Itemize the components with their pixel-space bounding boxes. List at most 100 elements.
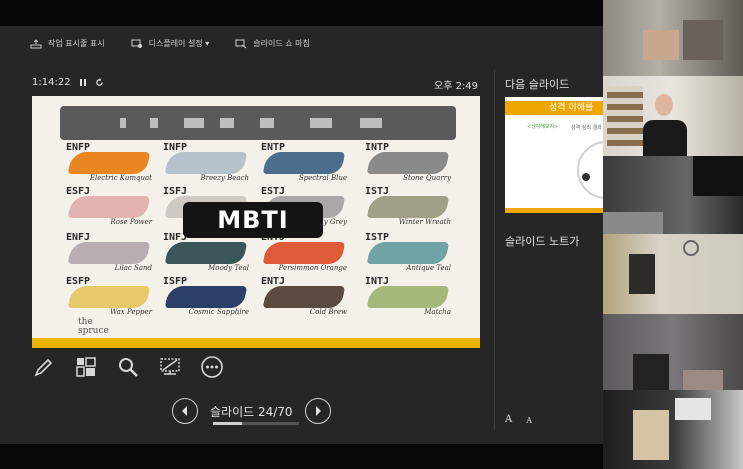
slideshow-timer: 1:14:22 bbox=[32, 77, 104, 88]
slide-progress-fill bbox=[213, 422, 243, 425]
mbti-badge: MBTI bbox=[183, 202, 323, 238]
color-name-label: Cosmic Sapphire bbox=[188, 308, 249, 316]
mbti-type-label: ESFJ bbox=[66, 186, 91, 197]
paint-swatch bbox=[67, 152, 151, 174]
paint-swatch bbox=[164, 152, 248, 174]
grid-icon bbox=[76, 357, 96, 377]
clock: 오후 2:49 bbox=[434, 81, 479, 92]
more-options-button[interactable] bbox=[200, 355, 224, 379]
decrease-font-button[interactable]: A bbox=[526, 416, 532, 425]
mbti-type-label: ESTJ bbox=[261, 186, 286, 197]
screen-toggle-icon bbox=[160, 358, 180, 375]
mbti-swatch: ENTJ Cold Brew bbox=[261, 276, 349, 320]
next-slide-footer bbox=[505, 208, 603, 213]
slide-tools bbox=[32, 355, 224, 379]
participant-blurred-area bbox=[675, 398, 711, 420]
color-name-label: Rose Power bbox=[110, 218, 152, 226]
mbti-swatch: ISFP Cosmic Sapphire bbox=[163, 276, 251, 320]
black-screen-button[interactable] bbox=[158, 355, 182, 379]
mbti-swatch: INFJ Moody Teal bbox=[163, 232, 251, 276]
color-name-label: Spectral Blue bbox=[298, 174, 347, 182]
participant-blurred-face bbox=[629, 254, 655, 294]
slide-progress-bar bbox=[213, 422, 299, 425]
blurred-text bbox=[260, 118, 274, 128]
color-name-label: Wax Pepper bbox=[110, 308, 152, 316]
mbti-type-label: ENFP bbox=[66, 142, 91, 153]
bottom-bar bbox=[0, 444, 603, 469]
paint-swatch bbox=[366, 196, 450, 218]
participant-tile[interactable] bbox=[603, 156, 743, 234]
participant-blurred-area bbox=[683, 370, 723, 390]
mbti-type-label: ENTJ bbox=[261, 276, 286, 287]
blurred-text bbox=[220, 118, 234, 128]
paint-swatch bbox=[366, 242, 450, 264]
next-slide-dot bbox=[582, 173, 590, 181]
color-name-label: Matcha bbox=[424, 308, 451, 316]
chevron-right-icon bbox=[315, 406, 321, 416]
end-slideshow-label: 슬라이드 쇼 마침 bbox=[253, 39, 310, 48]
logo-line-2: spruce bbox=[78, 326, 109, 336]
paint-swatch bbox=[164, 286, 248, 308]
restart-timer-icon[interactable] bbox=[95, 78, 104, 87]
zoom-button[interactable] bbox=[116, 355, 140, 379]
mbti-type-label: INFP bbox=[163, 142, 188, 153]
mbti-type-label: ISTP bbox=[365, 232, 390, 243]
paint-swatch bbox=[67, 196, 151, 218]
next-slide-label: 다음 슬라이드 bbox=[505, 78, 570, 91]
see-all-slides-button[interactable] bbox=[74, 355, 98, 379]
slide-notes: 슬라이드 노트가 bbox=[505, 235, 580, 248]
blurred-text bbox=[310, 118, 332, 128]
wall-clock bbox=[683, 240, 699, 256]
pause-icon[interactable] bbox=[79, 78, 87, 87]
video-call-panel bbox=[603, 0, 743, 469]
participant-tile[interactable] bbox=[603, 390, 743, 469]
magnifier-icon bbox=[119, 358, 138, 377]
end-show-icon bbox=[235, 39, 247, 48]
next-slide-subtitle: 성격 심리 결과 bbox=[571, 125, 602, 131]
color-name-label: Electric Kumquat bbox=[89, 174, 152, 182]
chevron-left-icon bbox=[182, 406, 187, 416]
participant-tile[interactable] bbox=[603, 234, 743, 314]
display-settings-icon bbox=[131, 39, 142, 48]
color-name-label: Breezy Beach bbox=[200, 174, 249, 182]
blurred-text bbox=[150, 118, 158, 128]
participant-blurred-face bbox=[633, 410, 669, 460]
mbti-type-label: ESFP bbox=[66, 276, 91, 287]
more-icon bbox=[201, 356, 223, 378]
previous-slide-button[interactable] bbox=[172, 398, 198, 424]
participant-blurred-area bbox=[693, 156, 743, 196]
paint-swatch bbox=[366, 152, 450, 174]
participant-body bbox=[643, 120, 687, 156]
display-settings-label: 디스플레이 설정 ▾ bbox=[148, 39, 210, 48]
participant-blurred-area bbox=[603, 212, 663, 234]
blurred-slide-header bbox=[60, 106, 456, 140]
paint-swatch bbox=[366, 286, 450, 308]
color-name-label: Lilac Sand bbox=[114, 264, 152, 272]
participant-tile[interactable] bbox=[603, 0, 743, 76]
paint-swatch bbox=[67, 286, 151, 308]
color-name-label: Antique Teal bbox=[406, 264, 451, 272]
top-bar bbox=[0, 0, 603, 26]
mbti-type-label: ENFJ bbox=[66, 232, 91, 243]
slide-counter[interactable]: 슬라이드 24/70 bbox=[210, 403, 293, 420]
display-settings-button[interactable]: 디스플레이 설정 ▾ bbox=[131, 38, 210, 49]
notes-font-controls: A A bbox=[505, 414, 532, 425]
pen-icon bbox=[34, 358, 53, 377]
end-slideshow-button[interactable]: 슬라이드 쇼 마침 bbox=[235, 38, 310, 49]
presenter-toolbar: 작업 표시줄 표시 디스플레이 설정 ▾ 슬라이드 쇼 마침 bbox=[30, 38, 310, 49]
mbti-swatch: ESFJ Rose Power bbox=[66, 186, 154, 230]
mbti-swatch: INTJ Matcha bbox=[365, 276, 453, 320]
pen-tool-button[interactable] bbox=[32, 355, 56, 379]
color-name-label: Moody Teal bbox=[208, 264, 249, 272]
pane-divider[interactable] bbox=[494, 70, 495, 430]
show-taskbar-button[interactable]: 작업 표시줄 표시 bbox=[30, 38, 105, 49]
mbti-type-label: ISTJ bbox=[365, 186, 390, 197]
participant-tile[interactable] bbox=[603, 314, 743, 390]
mbti-swatch: ENTJPersimmon Orange bbox=[261, 232, 349, 276]
participant-blurred-background bbox=[683, 20, 723, 60]
participant-tile-presenter[interactable] bbox=[603, 76, 743, 156]
mbti-type-label: ENTP bbox=[261, 142, 286, 153]
next-slide-button[interactable] bbox=[304, 398, 331, 424]
increase-font-button[interactable]: A bbox=[505, 414, 512, 425]
next-slide-preview[interactable]: 성격 이해를 <생각해보자> 성격 심리 결과 bbox=[505, 97, 603, 213]
